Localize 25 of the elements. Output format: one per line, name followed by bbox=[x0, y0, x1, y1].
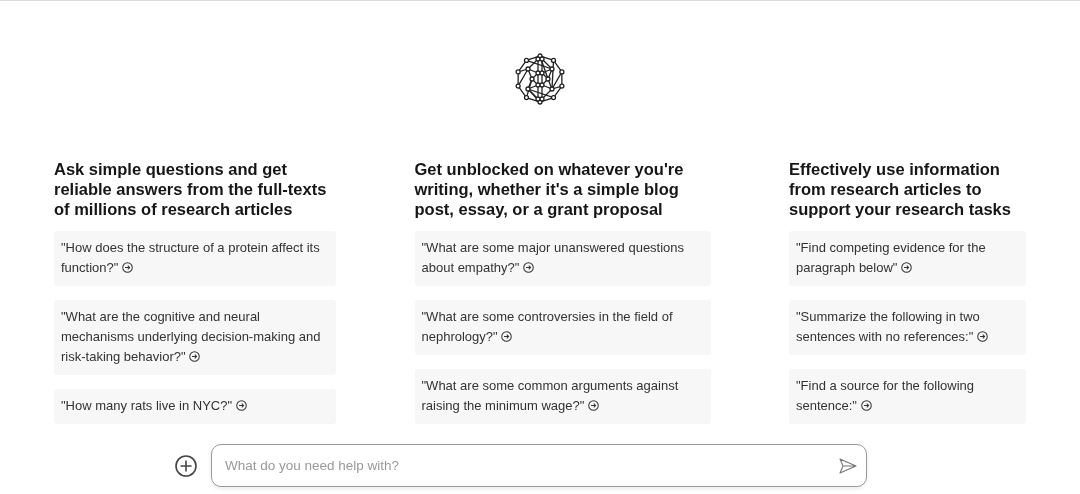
example-prompt[interactable]: "What are some controversies in the field of nephrology?" bbox=[414, 300, 711, 355]
arrow-circle-icon bbox=[189, 351, 201, 362]
column-heading: Get unblocked on whatever you're writing, whether it's a simple blog post, essay, or a grant proposal bbox=[414, 159, 685, 219]
arrow-circle-icon bbox=[587, 400, 599, 411]
example-prompt[interactable]: "What are the cognitive and neural mechanisms underlying decision-making and risk-taking behavior?" bbox=[54, 300, 336, 375]
arrow-circle-icon bbox=[501, 331, 513, 342]
arrow-circle-icon bbox=[122, 262, 133, 273]
column-heading: Effectively use information from research articles to support your research tasks bbox=[789, 159, 1012, 219]
logo-icon bbox=[514, 53, 566, 105]
arrow-circle-icon bbox=[522, 262, 534, 273]
send-icon[interactable] bbox=[839, 458, 857, 474]
example-prompt[interactable]: "Find a source for the following sentence:" bbox=[789, 369, 1026, 424]
add-button[interactable] bbox=[174, 453, 198, 478]
arrow-circle-icon bbox=[860, 400, 872, 411]
column-heading: Ask simple questions and get reliable answers from the full-texts of millions of research articles bbox=[54, 159, 328, 219]
chat-input[interactable]: What do you need help with? bbox=[211, 444, 867, 487]
arrow-circle-icon bbox=[976, 331, 988, 342]
example-prompt[interactable]: "Summarize the following in two sentences with no references:" bbox=[789, 300, 1026, 355]
example-prompt[interactable]: "Find competing evidence for the paragraph below" bbox=[789, 231, 1026, 286]
example-prompt[interactable]: "How many rats live in NYC?" bbox=[54, 389, 336, 424]
arrow-circle-icon bbox=[901, 262, 913, 273]
example-prompt[interactable]: "What are some major unanswered questions about empathy?" bbox=[414, 231, 711, 286]
arrow-circle-icon bbox=[235, 400, 247, 411]
example-prompt[interactable]: "What are some common arguments against raising the minimum wage?" bbox=[414, 369, 711, 424]
example-prompt[interactable]: "How does the structure of a protein affect its function?" bbox=[54, 231, 336, 286]
